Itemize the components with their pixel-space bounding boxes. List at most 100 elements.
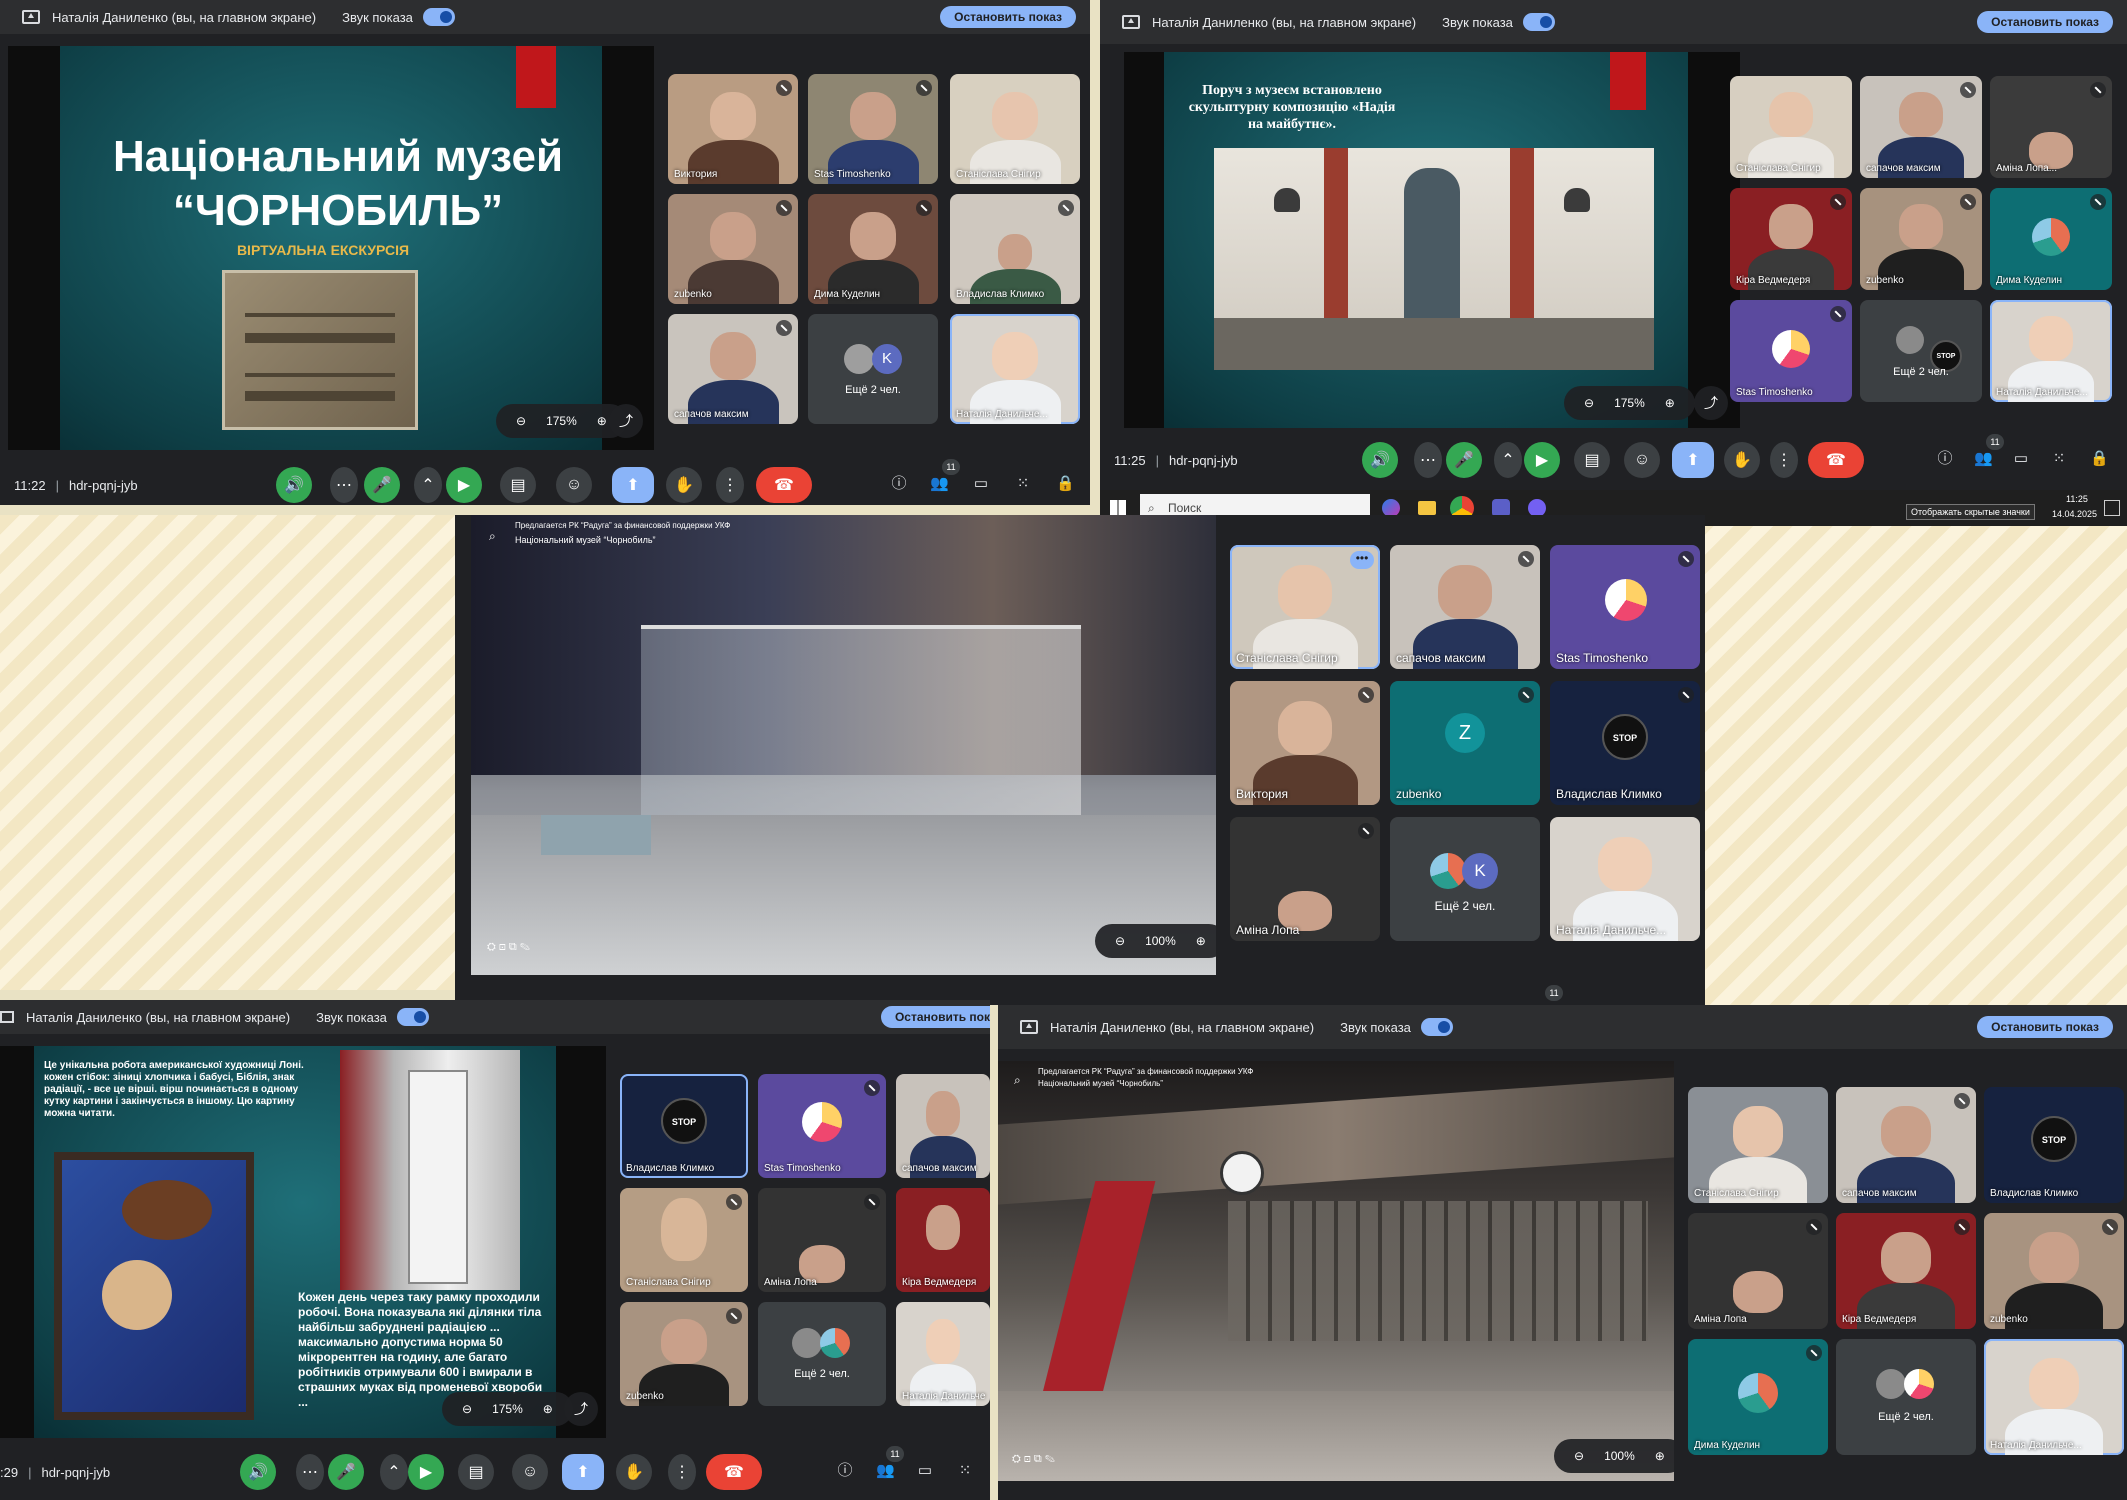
- zoom-in-icon[interactable]: ⊕: [1196, 934, 1206, 948]
- present-button[interactable]: ⬆: [1672, 442, 1714, 478]
- raise-hand-button[interactable]: ✋: [616, 1454, 652, 1490]
- chat-icon[interactable]: ▭: [2012, 450, 2030, 468]
- captions-button[interactable]: ▤: [500, 467, 536, 503]
- mic-button[interactable]: 🎤: [328, 1454, 364, 1490]
- cam-more-button[interactable]: ⌃: [1494, 442, 1522, 478]
- stop-presenting-button[interactable]: Остановить показ: [940, 6, 1076, 28]
- zoom-control[interactable]: ⊖ 100% ⊕: [1554, 1439, 1674, 1473]
- raise-hand-button[interactable]: ✋: [1724, 442, 1760, 478]
- audio-output-button[interactable]: 🔊: [276, 467, 312, 503]
- zoom-out-icon[interactable]: ⊖: [1574, 1449, 1584, 1463]
- sound-toggle[interactable]: [1420, 1018, 1453, 1036]
- tour-tools-icon[interactable]: ⛭ ⊡ ⧉ ✎: [487, 941, 530, 954]
- more-options-icon[interactable]: •••: [1350, 551, 1374, 569]
- audio-output-button[interactable]: 🔊: [1362, 442, 1398, 478]
- more-options-button[interactable]: ⋮: [1770, 442, 1798, 478]
- captions-button[interactable]: ▤: [458, 1454, 494, 1490]
- participant-tile-amina[interactable]: Аміна Лопа...: [1990, 76, 2112, 178]
- info-icon[interactable]: ⓘ: [890, 475, 908, 493]
- zoom-control[interactable]: ⊖ 100% ⊕: [1095, 924, 1216, 958]
- more-options-button[interactable]: ⋮: [716, 467, 744, 503]
- present-button[interactable]: ⬆: [562, 1454, 604, 1490]
- participant-tile-kira[interactable]: Кіра Ведмедеря: [1836, 1213, 1976, 1329]
- zoom-in-icon[interactable]: ⊕: [597, 414, 607, 428]
- zoom-control[interactable]: ⊖ 175% ⊕: [442, 1392, 573, 1426]
- mic-more-button[interactable]: ⋯: [296, 1454, 324, 1490]
- camera-button[interactable]: ▶: [1524, 442, 1560, 478]
- participant-tile-amina[interactable]: Аміна Лопа: [1688, 1213, 1828, 1329]
- participant-tile-sapachov[interactable]: сапачов максим: [1836, 1087, 1976, 1203]
- share-icon[interactable]: ⤴: [609, 404, 643, 438]
- participant-tile-stanislava[interactable]: Станіслава Снігир: [950, 74, 1080, 184]
- captions-button[interactable]: ▤: [1574, 442, 1610, 478]
- participant-tile-vladyslav[interactable]: STOP Владислав Климко: [620, 1074, 748, 1178]
- participant-tile-vladyslav[interactable]: Владислав Климко: [950, 194, 1080, 304]
- cam-more-button[interactable]: ⌃: [414, 467, 442, 503]
- people-icon[interactable]: 👥: [876, 1462, 895, 1480]
- emoji-button[interactable]: ☺: [512, 1454, 548, 1490]
- participant-tile-zubenko[interactable]: zubenko: [620, 1302, 748, 1406]
- participant-tile-kira[interactable]: Кіра Ведмедеря: [896, 1188, 990, 1292]
- windows-start-icon[interactable]: [1110, 500, 1126, 516]
- participant-tile-stanislava[interactable]: Станіслава Снігир: [620, 1188, 748, 1292]
- info-icon[interactable]: ⓘ: [836, 1462, 854, 1480]
- participant-tile-kira[interactable]: Кіра Ведмедеря: [1730, 188, 1852, 290]
- participant-tile-sapachov[interactable]: сапачов максим: [1390, 545, 1540, 669]
- raise-hand-button[interactable]: ✋: [666, 467, 702, 503]
- participant-tile-natalia[interactable]: Наталія Данильче: [896, 1302, 990, 1406]
- participant-tile-viktoria[interactable]: Виктория: [1230, 681, 1380, 805]
- cam-more-button[interactable]: ⌃: [380, 1454, 408, 1490]
- share-icon[interactable]: ⤴: [1694, 386, 1728, 420]
- participant-tile-zubenko[interactable]: Z zubenko: [1390, 681, 1540, 805]
- zoom-out-icon[interactable]: ⊖: [516, 414, 526, 428]
- participant-tile-zubenko[interactable]: zubenko: [668, 194, 798, 304]
- participant-tile-vladyslav[interactable]: STOP Владислав Климко: [1550, 681, 1700, 805]
- present-button[interactable]: ⬆: [612, 467, 654, 503]
- stop-presenting-button[interactable]: Остановить показ: [1977, 11, 2113, 33]
- mic-more-button[interactable]: ⋯: [1414, 442, 1442, 478]
- participant-tile-more[interactable]: Ещё 2 чел.: [1836, 1339, 1976, 1455]
- participant-tile-vladyslav[interactable]: STOP Владислав Климко: [1984, 1087, 2124, 1203]
- participant-tile-stas[interactable]: Stas Timoshenko: [1730, 300, 1852, 402]
- participant-tile-zubenko[interactable]: zubenko: [1860, 188, 1982, 290]
- participant-tile-natalia[interactable]: Наталія Данильче...: [1990, 300, 2112, 402]
- folder-icon[interactable]: [1418, 501, 1436, 515]
- camera-button[interactable]: ▶: [408, 1454, 444, 1490]
- people-icon[interactable]: 👥: [1974, 450, 1993, 468]
- activities-icon[interactable]: ⁙: [1014, 475, 1032, 493]
- camera-button[interactable]: ▶: [446, 467, 482, 503]
- zoom-out-icon[interactable]: ⊖: [1584, 396, 1594, 410]
- participant-tile-natalia[interactable]: Наталія Данильче...: [1550, 817, 1700, 941]
- zoom-in-icon[interactable]: ⊕: [1655, 1449, 1665, 1463]
- sound-toggle[interactable]: [396, 1008, 429, 1026]
- participant-tile-more[interactable]: K Ещё 2 чел.: [1390, 817, 1540, 941]
- activities-icon[interactable]: ⁙: [956, 1462, 974, 1480]
- participant-tile-stas[interactable]: Stas Timoshenko: [808, 74, 938, 184]
- participant-tile-amina[interactable]: Аміна Лопа: [758, 1188, 886, 1292]
- mic-button[interactable]: 🎤: [1446, 442, 1482, 478]
- emoji-button[interactable]: ☺: [556, 467, 592, 503]
- stop-presenting-button[interactable]: Остановить пок: [880, 1006, 990, 1028]
- zoom-out-icon[interactable]: ⊖: [462, 1402, 472, 1416]
- zoom-out-icon[interactable]: ⊖: [1115, 934, 1125, 948]
- search-icon[interactable]: ⌕: [489, 529, 496, 544]
- participant-tile-dima[interactable]: Дима Куделин: [808, 194, 938, 304]
- participant-tile-zubenko[interactable]: zubenko: [1984, 1213, 2124, 1329]
- participant-tile-natalia[interactable]: Наталія Данильче...: [950, 314, 1080, 424]
- mic-more-button[interactable]: ⋯: [330, 467, 358, 503]
- leave-call-button[interactable]: ☎: [706, 1454, 762, 1490]
- lock-icon[interactable]: 🔒: [2090, 450, 2109, 468]
- participant-tile-stanislava[interactable]: Станіслава Снігир: [1688, 1087, 1828, 1203]
- zoom-control[interactable]: ⊖ 175% ⊕: [496, 404, 627, 438]
- stop-presenting-button[interactable]: Остановить показ: [1977, 1016, 2113, 1038]
- audio-output-button[interactable]: 🔊: [240, 1454, 276, 1490]
- participant-tile-dima[interactable]: Дима Куделин: [1688, 1339, 1828, 1455]
- leave-call-button[interactable]: ☎: [1808, 442, 1864, 478]
- participant-tile-more[interactable]: K Ещё 2 чел.: [808, 314, 938, 424]
- participant-tile-stanislava[interactable]: Станіслава Снігир: [1730, 76, 1852, 178]
- participant-tile-viktoria[interactable]: Виктория: [668, 74, 798, 184]
- participant-tile-natalia[interactable]: Наталія Данильче...: [1984, 1339, 2124, 1455]
- lock-icon[interactable]: 🔒: [1056, 475, 1075, 493]
- zoom-control[interactable]: ⊖ 175% ⊕: [1564, 386, 1695, 420]
- participant-tile-amina[interactable]: Аміна Лопа: [1230, 817, 1380, 941]
